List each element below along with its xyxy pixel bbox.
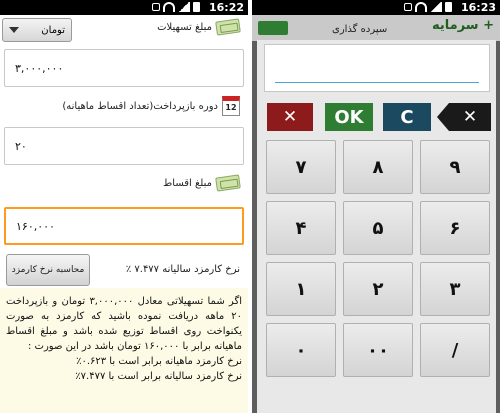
key-2[interactable]: ۲: [343, 262, 413, 316]
installment-label-row: مبلغ اقساط: [163, 174, 241, 192]
period-label: دوره بازپرداخت(تعداد اقساط ماهیانه): [62, 100, 218, 112]
chevron-down-icon: [9, 27, 19, 33]
ok-button[interactable]: OK: [325, 103, 373, 131]
installment-value: ۱۶۰,۰۰۰: [16, 219, 55, 233]
status-icons: [152, 2, 200, 12]
calendar-icon: 12: [222, 96, 240, 116]
annual-rate-text: نرخ کارمزد سالیانه ۷.۴۷۷ ٪: [125, 264, 240, 275]
backspace-tip: [437, 103, 449, 131]
backspace-button[interactable]: ✕: [437, 103, 491, 131]
loan-form-screen: 16:22 تومان مبلغ تسهیلات ۳,۰۰۰,۰۰۰ 12 دو…: [0, 0, 248, 413]
clock: 16:23: [460, 1, 496, 14]
loan-amount-field[interactable]: ۳,۰۰۰,۰۰۰: [4, 49, 244, 87]
background-subtitle: سپرده گذاری: [332, 24, 388, 35]
period-value: ۲۰: [15, 139, 27, 153]
battery-icon: [445, 2, 452, 12]
result-monthly-rate: نرخ کارمزد ماهیانه برابر است با ۰.۶۲۳٪: [76, 356, 242, 367]
key-6[interactable]: ۶: [420, 201, 490, 255]
installment-label: مبلغ اقساط: [163, 177, 212, 189]
installment-field[interactable]: ۱۶۰,۰۰۰: [4, 207, 244, 245]
status-icons: [404, 2, 452, 12]
result-annual-rate: نرخ کارمزد سالیانه برابر است با ۷.۴۷۷٪: [75, 371, 242, 382]
money-stack-icon: [215, 174, 241, 192]
calculator-screen: 16:23 سپرده گذاری سرمایه + ✕ OK C ✕ ۹ ۸ …: [252, 0, 500, 413]
loan-amount-value: ۳,۰۰۰,۰۰۰: [15, 61, 64, 75]
key-double-zero[interactable]: ۰۰: [343, 323, 413, 377]
display-underline: [275, 82, 479, 83]
currency-value: تومان: [41, 24, 65, 36]
key-slash[interactable]: /: [420, 323, 490, 377]
key-8[interactable]: ۸: [343, 140, 413, 194]
battery-icon: [193, 2, 200, 12]
notification-icon: [404, 3, 412, 11]
wifi-icon: [415, 2, 427, 12]
currency-dropdown[interactable]: تومان: [2, 18, 72, 42]
key-1[interactable]: ۱: [266, 262, 336, 316]
notification-icon: [152, 3, 160, 11]
calculate-rate-button[interactable]: محاسبه نرخ کارمزد: [6, 254, 90, 286]
signal-icon: [430, 2, 442, 12]
result-paragraph: اگر شما تسهیلاتی معادل ۳,۰۰۰,۰۰۰ تومان و…: [6, 296, 242, 352]
status-bar: 16:23: [252, 0, 500, 15]
result-panel: اگر شما تسهیلاتی معادل ۳,۰۰۰,۰۰۰ تومان و…: [0, 288, 248, 413]
number-pad-dialog: ✕ OK C ✕ ۹ ۸ ۷ ۶ ۵ ۴ ۳ ۲ ۱ / ۰۰ ۰: [257, 40, 496, 413]
clear-button[interactable]: C: [383, 103, 431, 131]
signal-icon: [178, 2, 190, 12]
clock: 16:22: [208, 1, 244, 14]
backspace-label: ✕: [449, 103, 491, 131]
loan-amount-label: مبلغ تسهیلات: [157, 21, 212, 33]
back-arrow-icon: [258, 21, 288, 35]
money-icon: [215, 18, 241, 36]
status-bar: 16:22: [0, 0, 248, 15]
wifi-icon: [163, 2, 175, 12]
key-9[interactable]: ۹: [420, 140, 490, 194]
background-title: سرمایه +: [432, 18, 494, 33]
loan-amount-label-row: مبلغ تسهیلات: [157, 18, 241, 36]
cancel-button[interactable]: ✕: [267, 103, 313, 131]
key-4[interactable]: ۴: [266, 201, 336, 255]
period-label-row: 12 دوره بازپرداخت(تعداد اقساط ماهیانه): [62, 96, 240, 116]
key-7[interactable]: ۷: [266, 140, 336, 194]
number-display[interactable]: [264, 44, 490, 92]
backspace-icon: ✕: [437, 103, 491, 131]
period-field[interactable]: ۲۰: [4, 127, 244, 165]
key-0[interactable]: ۰: [266, 323, 336, 377]
key-5[interactable]: ۵: [343, 201, 413, 255]
key-3[interactable]: ۳: [420, 262, 490, 316]
